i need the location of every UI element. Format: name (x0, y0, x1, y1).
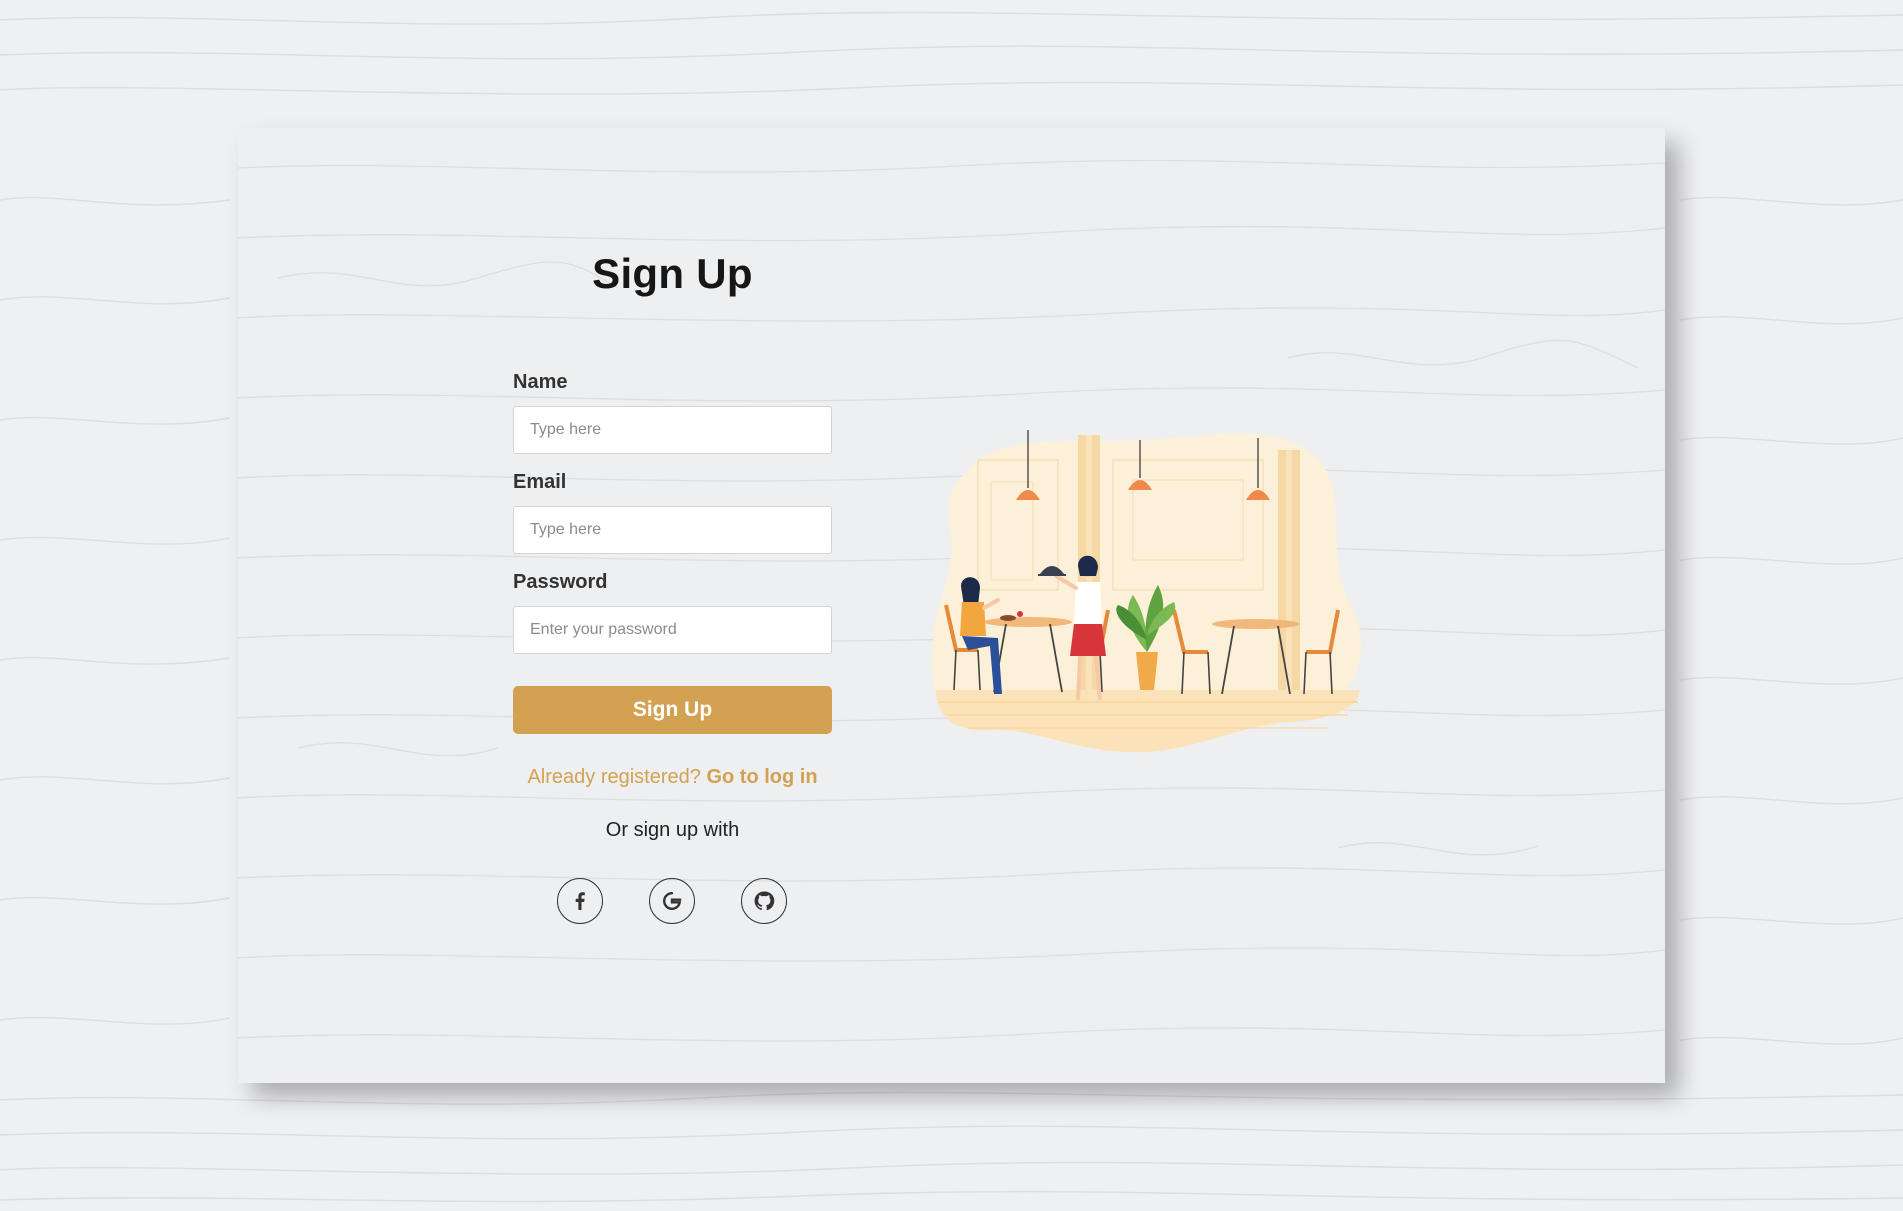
already-registered-text: Already registered? (527, 766, 701, 788)
google-icon (663, 892, 682, 910)
signup-button[interactable]: Sign Up (513, 686, 832, 734)
go-to-login-link[interactable]: Go to log in (706, 766, 817, 788)
email-input[interactable] (513, 506, 832, 554)
restaurant-illustration (931, 430, 1362, 753)
signup-card: Sign Up Name Email Password Sign Up Alre… (238, 128, 1665, 1083)
page-title: Sign Up (592, 250, 753, 297)
password-label: Password (513, 571, 608, 593)
github-button[interactable] (741, 878, 787, 924)
name-label: Name (513, 371, 568, 393)
facebook-icon (575, 892, 585, 910)
or-signup-text: Or sign up with (605, 819, 740, 841)
name-input[interactable] (513, 406, 832, 454)
facebook-button[interactable] (557, 878, 603, 924)
email-label: Email (513, 471, 567, 493)
password-input[interactable] (513, 606, 832, 654)
already-registered-line: Already registered? Go to log in (493, 766, 852, 789)
google-button[interactable] (649, 878, 695, 924)
github-icon (754, 891, 775, 911)
